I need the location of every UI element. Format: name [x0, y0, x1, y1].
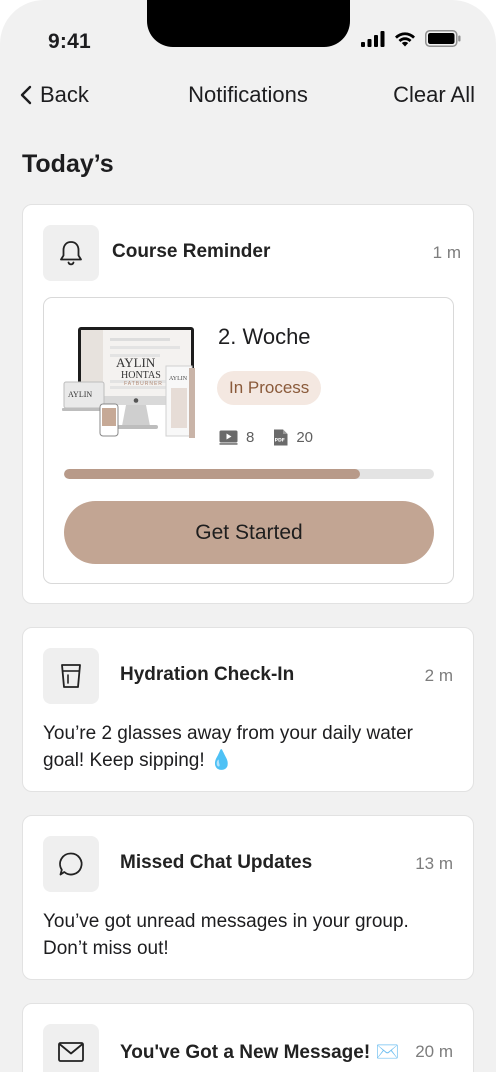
svg-text:AYLIN: AYLIN: [116, 355, 156, 370]
chevron-left-icon: [20, 85, 32, 105]
notification-card-course-reminder[interactable]: Course Reminder 1 m AYLIN HONTAS FATBURN…: [22, 204, 474, 604]
icon-box: [43, 1024, 99, 1072]
card-time: 13 m: [415, 854, 453, 873]
notification-card-hydration[interactable]: Hydration Check-In 2 m You’re 2 glasses …: [22, 627, 474, 792]
card-header: Hydration Check-In 2 m: [43, 648, 453, 704]
video-count-value: 8: [246, 429, 255, 446]
envelope-icon: [58, 1042, 84, 1062]
glass-icon: [61, 664, 81, 688]
notification-card-missed-chat[interactable]: Missed Chat Updates 13 m You’ve got unre…: [22, 815, 474, 980]
clear-all-button[interactable]: Clear All: [393, 82, 475, 108]
card-header: Course Reminder 1 m: [43, 225, 461, 281]
bell-icon: [60, 241, 82, 266]
progress-bar: [64, 469, 434, 479]
card-header: Missed Chat Updates 13 m: [43, 836, 453, 892]
course-stats: 8 PDF 20: [219, 429, 332, 446]
card-body: You’re 2 glasses away from your daily wa…: [43, 723, 413, 771]
notch: [147, 0, 350, 47]
back-label: Back: [40, 82, 89, 107]
svg-text:AYLIN: AYLIN: [68, 390, 92, 399]
signal-icon: [361, 30, 385, 47]
video-count: 8: [219, 429, 254, 446]
nav-bar: Notifications Back Clear All: [0, 82, 496, 112]
video-icon: [219, 430, 238, 445]
phone-screen: 9:41 Notifications Back Clear All Today’…: [0, 0, 496, 1072]
icon-box: [43, 836, 99, 892]
section-title: Today’s: [22, 150, 114, 178]
icon-box: [43, 648, 99, 704]
card-title: You've Got a New Message! ✉️: [120, 1042, 400, 1063]
battery-icon: [425, 30, 461, 47]
card-title: Missed Chat Updates: [120, 852, 313, 873]
card-title: Hydration Check-In: [120, 664, 295, 685]
card-title: Course Reminder: [112, 241, 271, 262]
status-icons: [361, 30, 461, 47]
notification-card-new-message[interactable]: You've Got a New Message! ✉️ 20 m: [22, 1003, 474, 1072]
chat-bubble-icon: [59, 852, 83, 876]
icon-box: [43, 225, 99, 281]
course-card: AYLIN HONTAS FATBURNER AYLIN AYLIN 2. Wo…: [43, 297, 454, 584]
pdf-count-value: 20: [296, 429, 314, 446]
card-time: 2 m: [424, 666, 453, 685]
progress-fill: [64, 469, 360, 479]
card-body: You’ve got unread messages in your group…: [43, 911, 409, 959]
svg-text:AYLIN: AYLIN: [169, 376, 188, 382]
get-started-button[interactable]: Get Started: [64, 501, 434, 564]
pdf-icon: PDF: [274, 429, 288, 446]
status-badge: In Process: [217, 371, 322, 405]
svg-text:FATBURNER: FATBURNER: [124, 381, 163, 387]
card-time: 20 m: [415, 1042, 453, 1061]
status-time: 9:41: [48, 30, 91, 53]
wifi-icon: [395, 31, 415, 46]
back-button[interactable]: Back: [20, 82, 89, 108]
pdf-count: PDF 20: [273, 429, 313, 446]
course-thumbnail: AYLIN HONTAS FATBURNER AYLIN AYLIN: [62, 322, 198, 440]
card-header: You've Got a New Message! ✉️ 20 m: [43, 1024, 453, 1072]
course-week-title: 2. Woche: [218, 324, 311, 349]
svg-text:HONTAS: HONTAS: [121, 370, 161, 381]
card-time: 1 m: [432, 243, 461, 262]
svg-text:PDF: PDF: [275, 438, 285, 444]
